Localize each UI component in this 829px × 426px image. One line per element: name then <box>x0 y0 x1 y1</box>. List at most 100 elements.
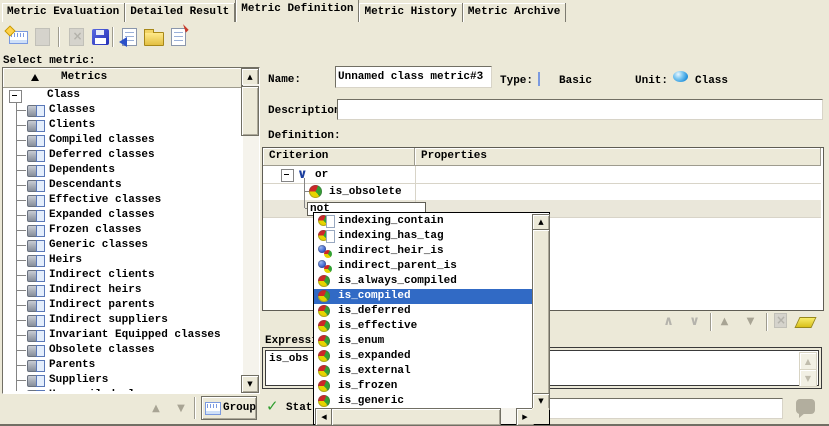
metric-tree-item[interactable]: Suppliers <box>3 373 241 388</box>
criterion-option[interactable]: indirect_heir_is <box>314 244 532 259</box>
metric-icon <box>27 375 42 387</box>
or-operator-button[interactable]: ∨ <box>686 313 703 330</box>
metric-tree-item[interactable]: Compiled classes <box>3 133 241 148</box>
move-criterion-up-button[interactable]: ▲ <box>716 313 733 330</box>
metric-tree-item[interactable]: Indirect parents <box>3 298 241 313</box>
metric-tree-item[interactable]: Descendants <box>3 178 241 193</box>
tab[interactable]: Metric History <box>359 3 462 22</box>
metric-tree-item[interactable]: Indirect heirs <box>3 283 241 298</box>
export-metrics-button[interactable] <box>167 26 189 48</box>
open-metrics-button[interactable] <box>143 26 165 48</box>
criterion-option[interactable]: is_enum <box>314 334 532 349</box>
metric-icon <box>27 390 42 391</box>
move-metric-up-button[interactable]: ▲ <box>146 399 166 417</box>
metric-tree-item[interactable]: Expanded classes <box>3 208 241 223</box>
expression-scroll-up-button[interactable]: ▲ <box>799 352 817 370</box>
criterion-row-is-obsolete[interactable]: is_obsolete <box>329 186 402 198</box>
criterion-column-header[interactable]: Criterion <box>263 148 415 166</box>
dropdown-hscroll-thumb[interactable] <box>331 408 501 426</box>
criterion-option[interactable]: is_deferred <box>314 304 532 319</box>
and-operator-button[interactable]: ∧ <box>660 313 677 330</box>
metric-tree-item[interactable]: Heirs <box>3 253 241 268</box>
class-unit-icon <box>673 71 688 82</box>
metric-icon <box>27 105 42 117</box>
metric-tree-item[interactable]: Clients <box>3 118 241 133</box>
criterion-option-icon <box>318 230 335 243</box>
metric-icon <box>27 150 42 162</box>
metric-tree-item[interactable]: Dependents <box>3 163 241 178</box>
tab[interactable]: Metric Archive <box>463 3 566 22</box>
criterion-row-or[interactable]: or <box>315 169 328 181</box>
metric-tree-item[interactable]: Classes <box>3 103 241 118</box>
metric-icon <box>27 315 42 327</box>
metric-tree-item[interactable]: Invariant Equipped classes <box>3 328 241 343</box>
move-criterion-down-button[interactable]: ▼ <box>742 313 759 330</box>
delete-metric-button[interactable]: × <box>65 26 87 48</box>
criterion-option-icon <box>318 395 335 408</box>
metrics-column-header[interactable]: Metrics <box>3 68 242 88</box>
tab-bar: Metric EvaluationDetailed ResultMetric D… <box>2 0 566 22</box>
description-input[interactable] <box>337 99 823 120</box>
criterion-option[interactable]: indexing_contain <box>314 214 532 229</box>
metric-tree-item[interactable]: Class <box>3 88 241 103</box>
metric-tool-window: Metric EvaluationDetailed ResultMetric D… <box>0 0 829 426</box>
comment-bubble-icon[interactable] <box>796 399 815 414</box>
criterion-option-icon <box>318 305 335 318</box>
criterion-option[interactable]: indexing_has_tag <box>314 229 532 244</box>
metric-tree-item[interactable]: Uncompiled classes <box>3 388 241 391</box>
save-metric-button[interactable] <box>89 26 111 48</box>
status-input[interactable] <box>544 398 783 419</box>
import-metrics-button[interactable] <box>118 26 140 48</box>
move-metric-down-button[interactable]: ▼ <box>171 399 191 417</box>
criterion-option[interactable]: is_always_compiled <box>314 274 532 289</box>
criterion-option[interactable]: is_frozen <box>314 379 532 394</box>
metric-icon <box>27 360 42 372</box>
expression-scroll-down-button[interactable]: ▼ <box>799 369 817 387</box>
name-input[interactable] <box>335 66 492 88</box>
metric-tree-item[interactable]: Effective classes <box>3 193 241 208</box>
criterion-option[interactable]: is_effective <box>314 319 532 334</box>
select-metric-label: Select metric: <box>3 55 95 67</box>
metric-icon <box>27 225 42 237</box>
criterion-option[interactable]: is_external <box>314 364 532 379</box>
metric-tree-item[interactable]: Obsolete classes <box>3 343 241 358</box>
definition-label: Definition: <box>268 130 341 142</box>
dropdown-vscroll-thumb[interactable] <box>532 229 550 395</box>
criterion-dropdown: indexing_contain indexing_has_tag indire… <box>313 212 550 425</box>
collapse-minus-icon[interactable] <box>281 169 294 182</box>
basic-type-icon <box>538 72 540 86</box>
criterion-option-list: indexing_contain indexing_has_tag indire… <box>314 214 532 408</box>
metrics-column-label: Metrics <box>61 71 107 83</box>
new-metric-button[interactable] <box>7 26 29 48</box>
criterion-option[interactable]: is_compiled <box>314 289 532 304</box>
tab[interactable]: Metric Definition <box>235 0 359 22</box>
metric-icon <box>27 300 42 312</box>
tab[interactable]: Metric Evaluation <box>2 3 125 22</box>
unit-label: Unit: <box>635 75 668 87</box>
metric-tree-item[interactable]: Generic classes <box>3 238 241 253</box>
list-scrollbar-thumb[interactable] <box>241 86 259 136</box>
clear-definition-button[interactable] <box>797 314 814 331</box>
list-scroll-down-button[interactable]: ▼ <box>241 375 259 393</box>
criterion-option-icon <box>318 275 335 288</box>
group-toggle-button[interactable]: Group <box>201 396 257 420</box>
collapse-minus-icon[interactable] <box>9 90 22 103</box>
metric-tree-item[interactable]: Indirect suppliers <box>3 313 241 328</box>
group-icon <box>205 402 221 415</box>
metric-tree-item[interactable]: Deferred classes <box>3 148 241 163</box>
criterion-option[interactable]: indirect_parent_is <box>314 259 532 274</box>
metric-icon <box>27 270 42 282</box>
group-button-label: Group <box>223 402 256 414</box>
metric-icon <box>27 255 42 267</box>
metric-tree-item[interactable]: Parents <box>3 358 241 373</box>
criterion-option[interactable]: is_expanded <box>314 349 532 364</box>
metric-icon <box>27 165 42 177</box>
properties-column-header[interactable]: Properties <box>415 148 821 166</box>
criterion-option[interactable]: is_generic <box>314 394 532 408</box>
tab[interactable]: Detailed Result <box>125 3 235 22</box>
mini-toolbar-separator <box>710 313 712 331</box>
metric-tree-item[interactable]: Frozen classes <box>3 223 241 238</box>
duplicate-metric-button[interactable] <box>31 26 53 48</box>
metric-tree-item[interactable]: Indirect clients <box>3 268 241 283</box>
delete-criterion-button[interactable]: × <box>772 312 789 329</box>
